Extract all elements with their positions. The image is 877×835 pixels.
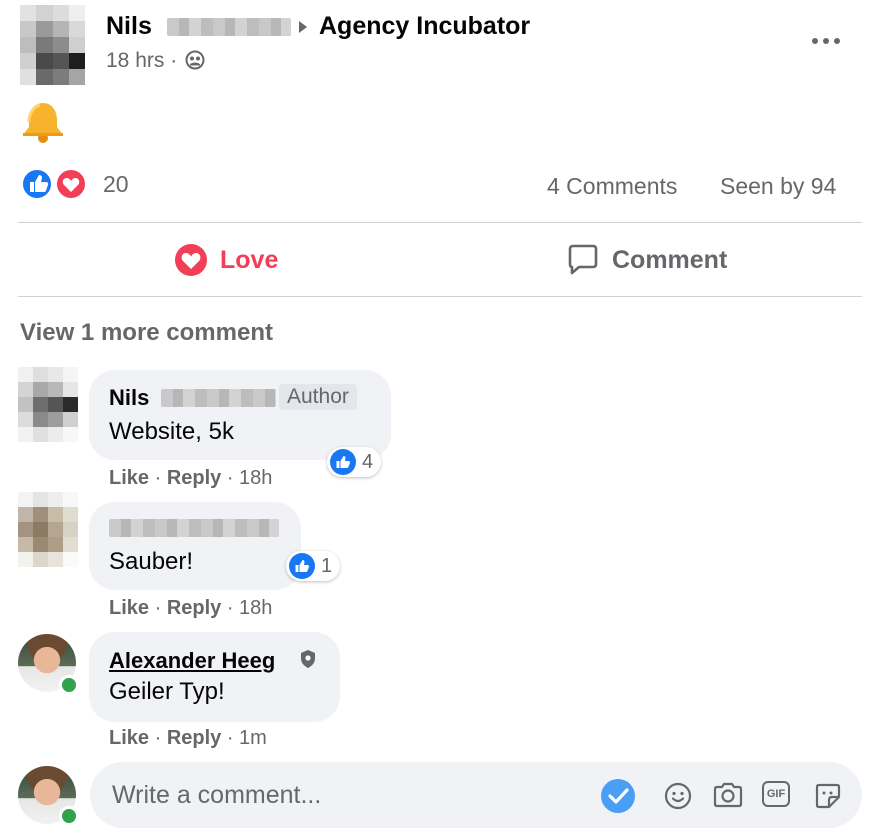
post-timestamp[interactable]: 18 hrs · — [106, 49, 205, 73]
comment-reaction-count: 1 — [321, 554, 333, 577]
commenter-avatar[interactable] — [18, 367, 78, 442]
love-button[interactable]: Love — [174, 243, 278, 277]
gif-icon[interactable]: GIF — [762, 781, 790, 807]
comments-count-link[interactable]: 4 Comments — [547, 173, 677, 200]
love-reaction-icon — [55, 168, 87, 200]
comment-reaction-count: 4 — [362, 450, 374, 473]
post-time-text[interactable]: 18 hrs · — [106, 49, 177, 72]
privacy-icon — [185, 50, 205, 70]
comment-icon — [568, 244, 598, 275]
comment-author-name[interactable]: Nils — [109, 385, 149, 410]
comment-reaction-summary[interactable]: 4 — [327, 447, 382, 477]
comment-composer: GIF — [90, 762, 862, 828]
send-check-icon[interactable] — [600, 778, 636, 814]
comment-bubble: Alexander Heeg Geiler Typ! — [89, 632, 340, 722]
redacted-name — [109, 519, 279, 537]
redacted-surname — [166, 18, 291, 37]
like-comment-button[interactable]: Like — [109, 467, 149, 489]
comment-bubble: Sauber! — [89, 502, 301, 590]
comment-time[interactable]: · 18h — [227, 467, 273, 489]
seen-by-count[interactable]: Seen by 94 — [720, 173, 836, 200]
reaction-count[interactable]: 20 — [103, 171, 129, 198]
comment-actions: Like · Reply · 18h — [109, 597, 273, 619]
view-more-comments-link[interactable]: View 1 more comment — [20, 319, 273, 347]
more-options-icon[interactable] — [812, 30, 846, 52]
reply-comment-button[interactable]: Reply — [167, 597, 221, 619]
post-body-emoji — [20, 100, 66, 151]
love-button-label: Love — [220, 245, 279, 274]
comment-text: Sauber! — [109, 548, 194, 575]
post-author-first-name[interactable]: Nils — [106, 12, 152, 40]
author-badge: Author — [279, 384, 357, 410]
comment-actions: Like · Reply · 1m — [109, 727, 267, 749]
gif-label: GIF — [766, 788, 786, 800]
comment-author-name[interactable]: Alexander Heeg — [109, 648, 275, 674]
sticker-icon[interactable] — [813, 781, 843, 811]
like-reaction-icon — [289, 553, 315, 579]
like-reaction-icon — [330, 449, 356, 475]
post-author-name[interactable]: Nils — [106, 12, 291, 41]
divider-bottom — [18, 296, 862, 297]
emoji-icon[interactable] — [663, 781, 693, 811]
online-status-indicator — [59, 675, 79, 695]
comment-text: Geiler Typ! — [109, 678, 225, 705]
camera-icon[interactable] — [712, 781, 744, 811]
redacted-surname — [161, 389, 276, 407]
bell-icon — [23, 103, 63, 143]
comment-author[interactable] — [109, 517, 279, 543]
verified-shield-icon — [301, 650, 315, 668]
reply-comment-button[interactable]: Reply — [167, 727, 221, 749]
comment-author[interactable]: Nils — [109, 385, 149, 411]
comment-button[interactable]: Comment — [566, 243, 727, 277]
group-name[interactable]: Agency Incubator — [319, 12, 530, 41]
comment-reaction-summary[interactable]: 1 — [286, 551, 341, 581]
like-comment-button[interactable]: Like — [109, 597, 149, 619]
online-status-indicator — [59, 806, 79, 826]
comment-input[interactable] — [110, 779, 574, 811]
comment-text: Website, 5k — [109, 418, 234, 445]
comment-actions: Like · Reply · 18h — [109, 467, 273, 489]
comment-time[interactable]: · 18h — [227, 597, 273, 619]
love-reaction-icon — [175, 244, 207, 276]
commenter-avatar[interactable] — [18, 492, 78, 567]
post-author-avatar[interactable] — [20, 5, 85, 85]
like-comment-button[interactable]: Like — [109, 727, 149, 749]
comment-time[interactable]: · 1m — [227, 727, 267, 749]
like-reaction-icon — [21, 168, 53, 200]
reaction-icons[interactable] — [21, 168, 91, 200]
reply-comment-button[interactable]: Reply — [167, 467, 221, 489]
comment-button-label: Comment — [612, 245, 728, 274]
arrow-right-icon — [299, 21, 307, 33]
divider-top — [18, 222, 862, 223]
